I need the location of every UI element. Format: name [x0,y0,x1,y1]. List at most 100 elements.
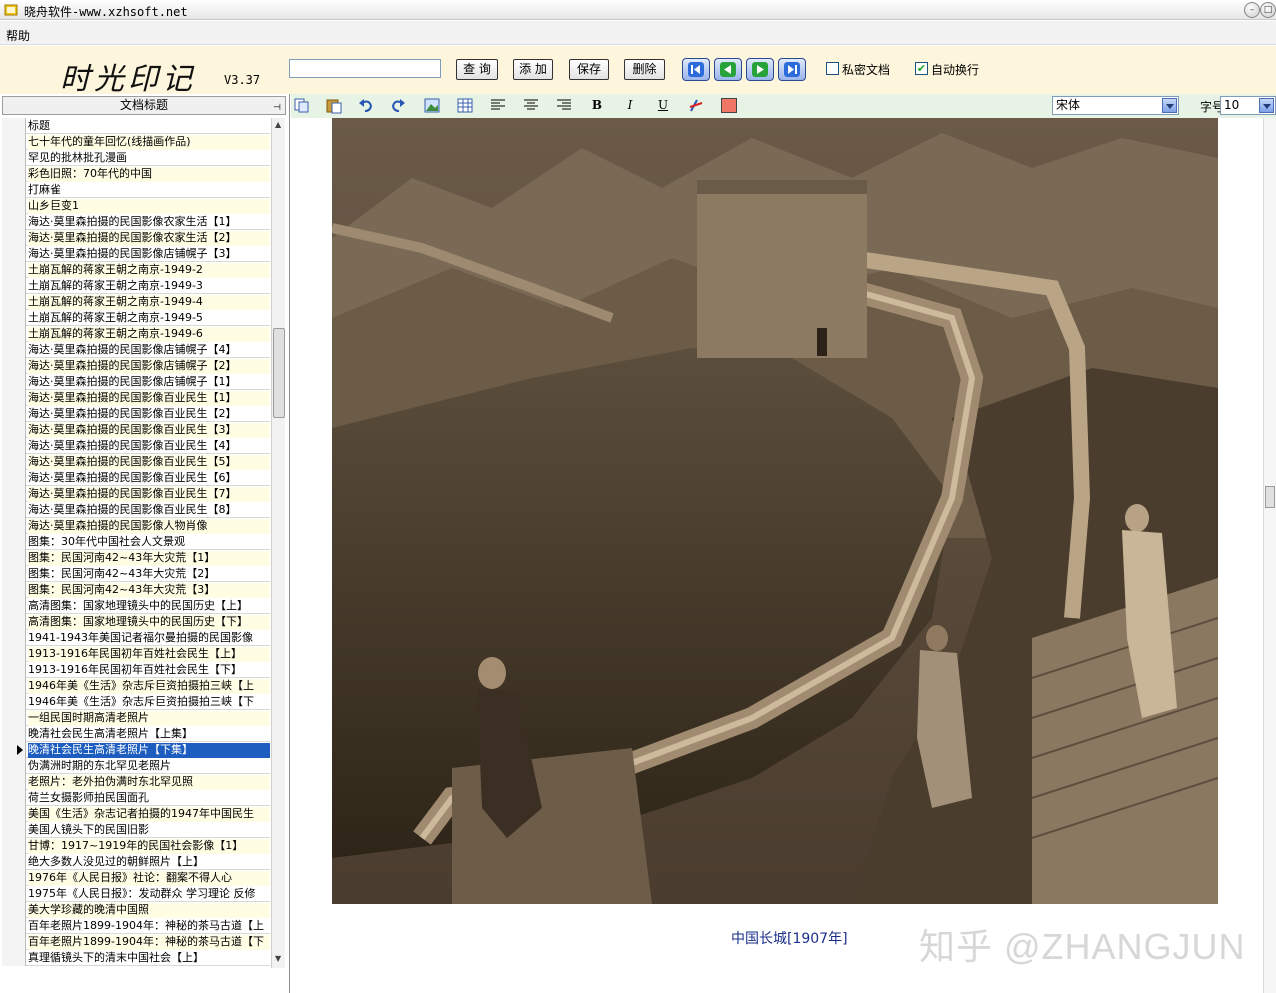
list-item[interactable]: 海达·莫里森拍摄的民国影像店铺幌子【4】 [2,342,270,358]
list-item[interactable]: 山乡巨变1 [2,198,270,214]
query-button[interactable]: 查 询 [456,59,498,80]
chevron-down-icon[interactable] [1162,98,1177,113]
row-indicator [2,358,26,374]
save-button[interactable]: 保存 [569,59,609,80]
list-item[interactable]: 图集：民国河南42~43年大灾荒【2】 [2,566,270,582]
list-item-title: 1913-1916年民国初年百姓社会民生【上】 [28,647,270,662]
list-item[interactable]: 土崩瓦解的蒋家王朝之南京-1949-4 [2,294,270,310]
list-item[interactable]: 美国《生活》杂志记者拍摄的1947年中国民生 [2,806,270,822]
row-indicator [2,262,26,278]
private-doc-checkbox[interactable] [826,62,839,75]
list-item[interactable]: 图集：民国河南42~43年大灾荒【1】 [2,550,270,566]
list-item[interactable]: 伪满洲时期的东北罕见老照片 [2,758,270,774]
list-item[interactable]: 罕见的批林批孔漫画 [2,150,270,166]
list-item-title: 海达·莫里森拍摄的民国影像百业民生【1】 [28,391,270,406]
font-select[interactable]: 宋体 [1052,96,1179,115]
list-item[interactable]: 1975年《人民日报》：发动群众 学习理论 反修 [2,886,270,902]
title-bar: 晓舟软件-www.xzhsoft.net – □ [0,0,1276,20]
list-item[interactable]: 百年老照片1899-1904年：神秘的茶马古道【上 [2,918,270,934]
list-item[interactable]: 彩色旧照：70年代的中国 [2,166,270,182]
last-record-button[interactable] [778,58,806,81]
list-item[interactable]: 高清图集：国家地理镜头中的民国历史【上】 [2,598,270,614]
document-list-scrollbar[interactable]: ▲ ▼ [271,118,285,968]
list-item[interactable]: 海达·莫里森拍摄的民国影像农家生活【2】 [2,230,270,246]
underline-icon[interactable]: U [654,97,672,114]
list-item[interactable]: 海达·莫里森拍摄的民国影像店铺幌子【3】 [2,246,270,262]
font-size-select[interactable]: 10 [1220,96,1276,115]
clear-format-icon[interactable] [687,97,705,114]
align-right-icon[interactable] [555,97,573,114]
list-item[interactable]: 土崩瓦解的蒋家王朝之南京-1949-5 [2,310,270,326]
bold-icon[interactable]: B [588,97,606,114]
list-item[interactable]: 标题 [2,118,270,134]
document-content[interactable]: 中国长城[1907年] 知乎 @ZHANGJUN [291,118,1263,993]
next-record-button[interactable] [746,58,774,81]
list-item[interactable]: 海达·莫里森拍摄的民国影像百业民生【1】 [2,390,270,406]
list-item[interactable]: 土崩瓦解的蒋家王朝之南京-1949-3 [2,278,270,294]
list-item[interactable]: 美大学珍藏的晚清中国照 [2,902,270,918]
list-item[interactable]: 海达·莫里森拍摄的民国影像百业民生【8】 [2,502,270,518]
menu-help[interactable]: 帮助 [6,27,30,44]
list-item[interactable]: 图集：民国河南42~43年大灾荒【3】 [2,582,270,598]
list-item[interactable]: 海达·莫里森拍摄的民国影像百业民生【4】 [2,438,270,454]
pin-icon[interactable]: ⊣ [273,100,281,117]
list-item[interactable]: 土崩瓦解的蒋家王朝之南京-1949-2 [2,262,270,278]
undo-icon[interactable] [357,97,375,114]
list-item[interactable]: 1941-1943年美国记者福尔曼拍摄的民国影像 [2,630,270,646]
delete-button[interactable]: 删除 [624,59,665,80]
align-left-icon[interactable] [489,97,507,114]
list-item[interactable]: 海达·莫里森拍摄的民国影像农家生活【1】 [2,214,270,230]
minimize-button[interactable]: – [1244,2,1260,18]
insert-table-icon[interactable] [456,97,474,114]
list-item[interactable]: 海达·莫里森拍摄的民国影像店铺幌子【1】 [2,374,270,390]
list-item[interactable]: 绝大多数人没见过的朝鲜照片【上】 [2,854,270,870]
list-item[interactable]: 1946年美《生活》杂志斥巨资拍摄拍三峡【下 [2,694,270,710]
copy-icon[interactable] [293,97,311,114]
list-item[interactable]: 海达·莫里森拍摄的民国影像百业民生【6】 [2,470,270,486]
list-item[interactable]: 海达·莫里森拍摄的民国影像百业民生【2】 [2,406,270,422]
list-item[interactable]: 老照片：老外拍伪满时东北罕见照 [2,774,270,790]
list-item[interactable]: 真理循镜头下的清末中国社会【上】 [2,950,270,966]
list-item[interactable]: 海达·莫里森拍摄的民国影像百业民生【3】 [2,422,270,438]
list-item[interactable]: 美国人镜头下的民国旧影 [2,822,270,838]
list-item[interactable]: 荷兰女摄影师拍民国面孔 [2,790,270,806]
list-item[interactable]: 晚清社会民生高清老照片【下集】 [2,742,270,758]
list-item[interactable]: 海达·莫里森拍摄的民国影像百业民生【5】 [2,454,270,470]
list-item[interactable]: 百年老照片1899-1904年：神秘的茶马古道【下 [2,934,270,950]
list-item[interactable]: 七十年代的童年回忆(线描画作品) [2,134,270,150]
list-item[interactable]: 一组民国时期高清老照片 [2,710,270,726]
maximize-button[interactable]: □ [1260,2,1276,18]
list-item[interactable]: 海达·莫里森拍摄的民国影像店铺幌子【2】 [2,358,270,374]
scroll-down-icon[interactable]: ▼ [275,954,281,963]
list-item[interactable]: 甘博：1917~1919年的民国社会影像【1】 [2,838,270,854]
paste-icon[interactable] [325,97,343,114]
list-item[interactable]: 1946年美《生活》杂志斥巨资拍摄拍三峡【上 [2,678,270,694]
search-input[interactable] [289,59,441,78]
list-item[interactable]: 海达·莫里森拍摄的民国影像人物肖像 [2,518,270,534]
auto-wrap-checkbox[interactable]: ✔ [915,62,928,75]
list-item[interactable]: 1976年《人民日报》社论：翻案不得人心 [2,870,270,886]
add-button[interactable]: 添 加 [513,59,553,80]
row-indicator [2,790,26,806]
list-item[interactable]: 土崩瓦解的蒋家王朝之南京-1949-6 [2,326,270,342]
scroll-up-icon[interactable]: ▲ [275,120,281,129]
prev-record-button[interactable] [714,58,742,81]
list-item[interactable]: 晚清社会民生高清老照片【上集】 [2,726,270,742]
italic-icon[interactable]: I [621,97,639,114]
content-scrollbar[interactable] [1263,118,1276,993]
chevron-down-icon[interactable] [1259,98,1274,113]
insert-image-icon[interactable] [423,97,441,114]
scrollbar-thumb[interactable] [273,328,285,418]
list-item[interactable]: 海达·莫里森拍摄的民国影像百业民生【7】 [2,486,270,502]
redo-icon[interactable] [389,97,407,114]
list-item[interactable]: 图集：30年代中国社会人文景观 [2,534,270,550]
document-list[interactable]: 标题 七十年代的童年回忆(线描画作品) 罕见的批林批孔漫画 彩色旧照：70年代的中国打… [2,118,270,968]
list-item[interactable]: 打麻雀 [2,182,270,198]
list-item[interactable]: 1913-1916年民国初年百姓社会民生【下】 [2,662,270,678]
align-center-icon[interactable] [522,97,540,114]
text-color-icon[interactable] [721,98,737,113]
content-scrollbar-thumb[interactable] [1265,486,1275,508]
first-record-button[interactable] [682,58,710,81]
list-item[interactable]: 高清图集：国家地理镜头中的民国历史【下】 [2,614,270,630]
list-item[interactable]: 1913-1916年民国初年百姓社会民生【上】 [2,646,270,662]
